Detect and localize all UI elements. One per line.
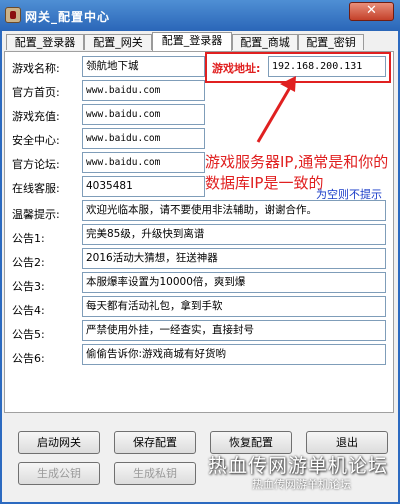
notice-6-input[interactable]: 偷偷告诉你:游戏商城有好货哟 <box>82 344 386 365</box>
forum-url-label: 官方论坛: <box>12 158 60 171</box>
notice-4-label: 公告4: <box>12 304 45 317</box>
notice-3-input[interactable]: 本服爆率设置为10000倍，爽到爆 <box>82 272 386 293</box>
notice-2-label: 公告2: <box>12 256 45 269</box>
notice-3-label: 公告3: <box>12 280 45 293</box>
tab-key-config[interactable]: 配置_密钥 <box>298 34 364 50</box>
recharge-url-input[interactable]: www.baidu.com <box>82 104 205 125</box>
notice-6-label: 公告6: <box>12 352 45 365</box>
home-url-label: 官方首页: <box>12 86 60 99</box>
security-url-input[interactable]: www.baidu.com <box>82 128 205 149</box>
forum-watermark: 热血传网游单机论坛 <box>208 455 389 477</box>
tab-launcher-config-1[interactable]: 配置_登录器 <box>6 34 84 50</box>
security-url-label: 安全中心: <box>12 134 60 147</box>
title-bar[interactable]: 网关_配置中心 ✕ <box>0 0 400 31</box>
support-input[interactable]: 4035481 <box>82 176 205 197</box>
start-gateway-button[interactable]: 启动网关 <box>18 431 100 454</box>
support-label: 在线客服: <box>12 182 60 195</box>
forum-watermark-small: 热血传网游单机论坛 <box>252 478 351 491</box>
notice-4-input[interactable]: 每天都有活动礼包，拿到手软 <box>82 296 386 317</box>
tip-input[interactable]: 欢迎光临本服，请不要使用非法辅助，谢谢合作。 <box>82 200 386 221</box>
tip-label: 温馨提示: <box>12 208 60 221</box>
notice-5-input[interactable]: 严禁使用外挂，一经查实，直接封号 <box>82 320 386 341</box>
game-name-input[interactable]: 领航地下城 <box>82 56 205 77</box>
notice-5-label: 公告5: <box>12 328 45 341</box>
tab-gateway-config[interactable]: 配置_网关 <box>84 34 152 50</box>
game-address-label: 游戏地址: <box>212 62 261 75</box>
save-config-button[interactable]: 保存配置 <box>114 431 196 454</box>
tab-mall-config[interactable]: 配置_商城 <box>232 34 298 50</box>
home-url-input[interactable]: www.baidu.com <box>82 80 205 101</box>
game-name-label: 游戏名称: <box>12 62 60 75</box>
recharge-url-label: 游戏充值: <box>12 110 60 123</box>
notice-2-input[interactable]: 2016活动大猜想，狂送神器 <box>82 248 386 269</box>
notice-1-input[interactable]: 完美85级，升级快到离谱 <box>82 224 386 245</box>
tab-launcher-config-2[interactable]: 配置_登录器 <box>152 32 232 51</box>
app-icon <box>5 7 21 23</box>
game-address-input[interactable]: 192.168.200.131 <box>268 56 386 77</box>
forum-url-input[interactable]: www.baidu.com <box>82 152 205 173</box>
generate-private-key-button[interactable]: 生成私钥 <box>114 462 196 485</box>
notice-1-label: 公告1: <box>12 232 45 245</box>
generate-public-key-button[interactable]: 生成公钥 <box>18 462 100 485</box>
window-title: 网关_配置中心 <box>25 10 111 24</box>
close-button[interactable]: ✕ <box>349 2 394 21</box>
